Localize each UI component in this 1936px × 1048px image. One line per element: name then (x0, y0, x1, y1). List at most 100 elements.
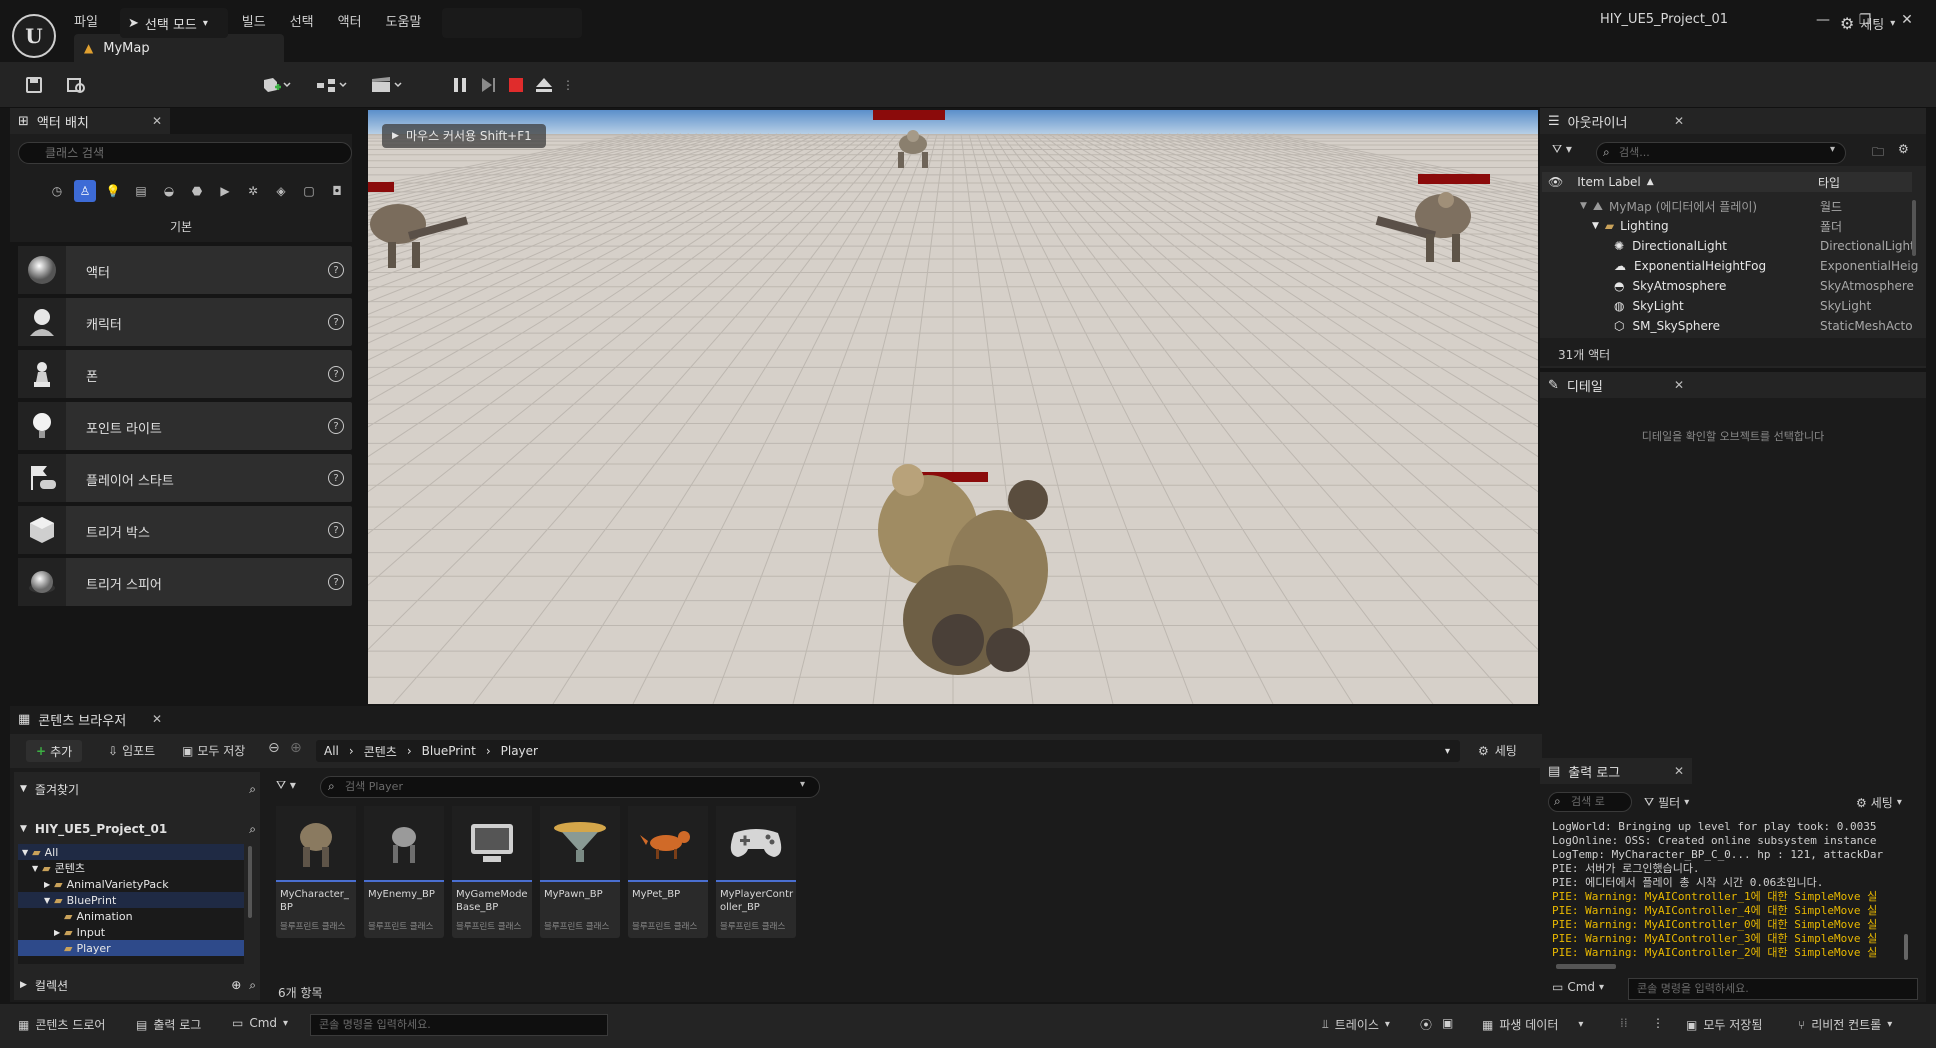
recent-icon[interactable]: ◷ (46, 180, 68, 202)
menu-item-file[interactable]: 파일 (74, 11, 112, 30)
help-icon[interactable]: ? (328, 522, 344, 538)
visual-effects-icon[interactable]: ◒ (158, 180, 180, 202)
close-icon[interactable]: ✕ (152, 712, 162, 726)
unreal-logo-icon[interactable]: U (12, 14, 56, 58)
menu-item-actor[interactable]: 액터 (338, 11, 376, 30)
forward-icon[interactable]: ⊕ (290, 740, 302, 756)
document-tab-mymap[interactable]: ▲ MyMap (74, 34, 284, 62)
selection-mode-dropdown[interactable]: ➤ 선택 모드 ▾ (120, 8, 228, 38)
project-header[interactable]: ▼ HIY_UE5_Project_01 ⌕ (20, 818, 256, 840)
tab-outliner[interactable]: ☰ 아웃라이너 ✕ (1540, 108, 1692, 134)
help-icon[interactable]: ? (328, 314, 344, 330)
more-options-icon[interactable]: ⋮ (560, 70, 576, 100)
stop-icon[interactable] (504, 70, 528, 100)
breadcrumb-item[interactable]: 콘텐츠 (364, 743, 397, 760)
frame-icon[interactable]: ▢ (298, 180, 320, 202)
outliner-row[interactable]: ◍ SkyLight SkyLight (1542, 296, 1912, 316)
log-cmd-dropdown[interactable]: ▭ Cmd ▾ (1552, 980, 1604, 994)
content-drawer-button[interactable]: ▦ 콘텐츠 드로어 (18, 1016, 105, 1033)
blueprint-icon[interactable] (312, 70, 352, 100)
save-all-button[interactable]: ▣ 모두 저장 (182, 742, 245, 759)
breadcrumb-item[interactable]: All (324, 744, 339, 758)
place-item-actor[interactable]: 액터 ? (18, 246, 352, 294)
asset-tile[interactable]: MyPet_BP 블루프린트 클래스 (628, 806, 708, 938)
menu-item-help[interactable]: 도움말 (386, 11, 436, 30)
basic-icon[interactable]: ♙ (74, 180, 96, 202)
asset-tile[interactable]: MyPawn_BP 블루프린트 클래스 (540, 806, 620, 938)
outliner-row[interactable]: ⬡ SM_SkySphere StaticMeshActo (1542, 316, 1913, 336)
close-icon[interactable]: ✕ (1674, 378, 1684, 392)
chevron-down-icon[interactable]: ▾ (1830, 144, 1835, 155)
breadcrumb-item[interactable]: Player (501, 744, 538, 758)
help-icon[interactable]: ? (328, 574, 344, 590)
collections-header[interactable]: ▶ 컬렉션 ⊕ ⌕ (20, 974, 256, 996)
log-filter-button[interactable]: ⛛ 필터 ▾ (1644, 794, 1689, 811)
tree-scrollbar[interactable] (248, 846, 252, 918)
visibility-icon[interactable]: 👁 (1548, 175, 1563, 189)
camera-icon[interactable]: ▣ (1442, 1016, 1453, 1030)
place-item-pawn[interactable]: 폰 ? (18, 350, 352, 398)
log-console-input[interactable]: 콘솔 명령을 입력하세요. (1628, 978, 1918, 1000)
log-settings-button[interactable]: ⚙ 세팅 ▾ (1856, 794, 1902, 811)
volumes-icon[interactable]: ▶ (214, 180, 236, 202)
pause-icon[interactable] (448, 70, 472, 100)
outliner-row[interactable]: ◓ SkyAtmosphere SkyAtmosphere (1542, 276, 1914, 296)
add-button[interactable]: + 추가 (26, 740, 83, 762)
outliner-row[interactable]: ▼ ⛰ MyMap (에디터에서 플레이) 월드 (1542, 196, 1912, 216)
import-button[interactable]: ⇩ 임포트 (108, 742, 155, 759)
shapes-icon[interactable]: ◈ (270, 180, 292, 202)
revision-control-button[interactable]: ⑂ 리비전 컨트롤 ▾ (1798, 1016, 1892, 1033)
grid-icon[interactable]: ⁞⁞ (1620, 1016, 1628, 1030)
place-item-trigger-box[interactable]: 트리거 박스 ? (18, 506, 352, 554)
save-icon[interactable] (20, 70, 48, 100)
close-window-icon[interactable]: ✕ (1894, 10, 1920, 30)
folder-row[interactable]: ▶ ▰ Input (18, 924, 244, 940)
level-viewport[interactable]: ▶ 마우스 커서용 Shift+F1 (368, 110, 1538, 704)
search-icon[interactable]: ⌕ (249, 978, 256, 993)
menu-item-select[interactable]: 선택 (290, 11, 328, 30)
content-icon[interactable] (62, 70, 90, 100)
filter-icon[interactable]: ⛛ ▾ (1552, 142, 1572, 157)
tab-content-browser[interactable]: ▦ 콘텐츠 브라우저 ✕ (10, 706, 170, 732)
chevron-down-icon[interactable]: ▾ (1445, 746, 1450, 757)
class-search-input[interactable]: 클래스 검색 (18, 142, 352, 164)
settings-button[interactable]: ⚙ 세팅 ▾ (1840, 14, 1895, 33)
add-collection-icon[interactable]: ⊕ (231, 978, 241, 992)
console-input[interactable]: 콘솔 명령을 입력하세요. (310, 1014, 608, 1036)
back-icon[interactable]: ⊖ (268, 740, 280, 756)
menu-item-build[interactable]: 빌드 (242, 11, 280, 30)
save-all-status-button[interactable]: ▣ 모두 저장됨 (1686, 1016, 1762, 1033)
folder-row[interactable]: ▰ Animation (18, 908, 244, 924)
column-type[interactable]: 타입 (1818, 174, 1840, 191)
chevron-down-icon[interactable]: ▾ (800, 779, 805, 790)
all-classes-icon[interactable]: ✲ (242, 180, 264, 202)
step-icon[interactable] (476, 70, 500, 100)
trace-button[interactable]: ⫫ 트레이스 ▾ (1322, 1016, 1390, 1033)
record-icon[interactable]: ⦿ (1420, 1016, 1432, 1033)
asset-tile[interactable]: MyEnemy_BP 블루프린트 클래스 (364, 806, 444, 938)
help-icon[interactable]: ? (328, 418, 344, 434)
gear-icon[interactable]: ⚙ (1898, 142, 1909, 156)
folder-row[interactable]: ▼ ▰ BluePrint (18, 892, 244, 908)
search-icon[interactable]: ⌕ (249, 782, 256, 797)
outliner-search-input[interactable]: 검색... (1596, 142, 1846, 164)
asset-tile[interactable]: MyPlayerController_BP 블루프린트 클래스 (716, 806, 796, 938)
asset-search-input[interactable]: 검색 Player (320, 776, 820, 798)
folder-row[interactable]: ▼ ▰ All (18, 844, 244, 860)
derived-data-button[interactable]: ▦ 파생 데이터 ▾ (1482, 1016, 1583, 1033)
place-item-trigger-sphere[interactable]: 트리거 스피어 ? (18, 558, 352, 606)
filter-icon[interactable]: ⛛ ▾ (276, 778, 296, 793)
log-horizontal-scrollbar[interactable] (1556, 964, 1616, 969)
folder-row[interactable]: ▼ ▰ 콘텐츠 (18, 860, 244, 876)
geometry-icon[interactable]: ⬣ (186, 180, 208, 202)
help-icon[interactable]: ? (328, 366, 344, 382)
add-actor-icon[interactable] (256, 70, 296, 100)
outliner-scrollbar[interactable] (1912, 200, 1916, 256)
column-item-label[interactable]: Item Label (1577, 175, 1641, 189)
asset-tile[interactable]: MyCharacter_BP 블루프린트 클래스 (276, 806, 356, 938)
place-item-character[interactable]: 캐릭터 ? (18, 298, 352, 346)
outliner-row[interactable]: ✺ DirectionalLight DirectionalLight (1542, 236, 1915, 256)
more-options-icon[interactable]: ⋮ (1652, 1016, 1664, 1030)
folder-row[interactable]: ▶ ▰ AnimalVarietyPack (18, 876, 244, 892)
cinematic-icon[interactable]: ▤ (130, 180, 152, 202)
